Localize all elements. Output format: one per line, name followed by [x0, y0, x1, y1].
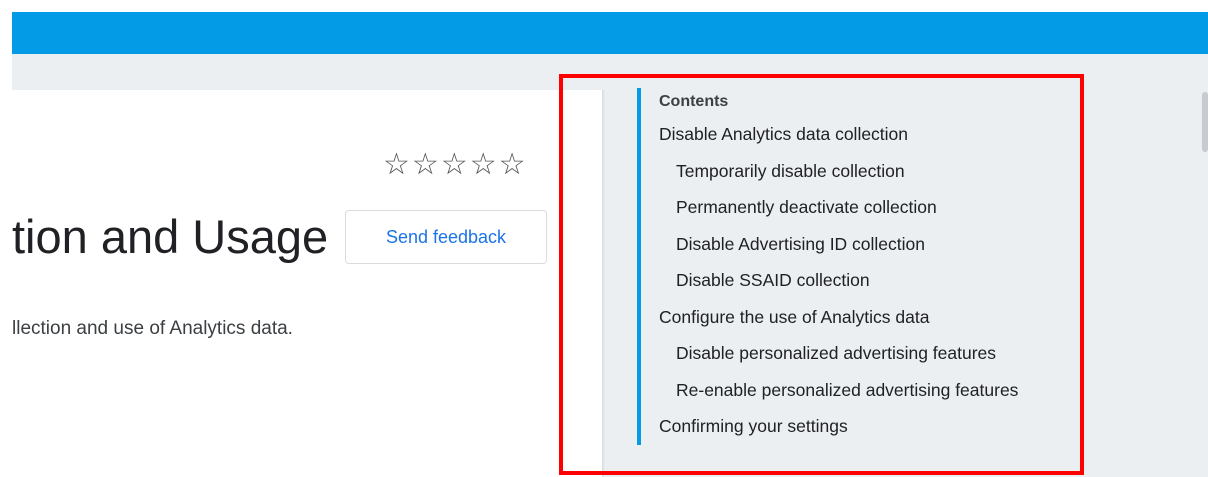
toc-link-permanently-deactivate-collection[interactable]: Permanently deactivate collection [641, 189, 1067, 226]
toc-link-disable-personalized-advertising[interactable]: Disable personalized advertising feature… [641, 335, 1067, 372]
toc-link-disable-ssaid-collection[interactable]: Disable SSAID collection [641, 262, 1067, 299]
toc-link-temporarily-disable-collection[interactable]: Temporarily disable collection [641, 153, 1067, 190]
star-2-icon[interactable]: ☆ [412, 148, 439, 182]
table-of-contents: Contents Disable Analytics data collecti… [637, 88, 1067, 445]
star-4-icon[interactable]: ☆ [470, 148, 497, 182]
scrollbar-thumb[interactable] [1202, 92, 1208, 152]
star-5-icon[interactable]: ☆ [499, 148, 526, 182]
star-1-icon[interactable]: ☆ [383, 148, 410, 182]
toc-link-reenable-personalized-advertising[interactable]: Re-enable personalized advertising featu… [641, 372, 1067, 409]
send-feedback-button[interactable]: Send feedback [345, 210, 547, 264]
toc-link-disable-advertising-id-collection[interactable]: Disable Advertising ID collection [641, 226, 1067, 263]
toc-heading: Contents [659, 93, 729, 110]
toc-link-disable-analytics-data-collection[interactable]: Disable Analytics data collection [641, 116, 1067, 153]
toc-link-confirming-your-settings[interactable]: Confirming your settings [641, 408, 1067, 445]
page-title: tion and Usage [12, 210, 329, 263]
top-app-bar [12, 12, 1208, 54]
toc-link-configure-use-of-analytics-data[interactable]: Configure the use of Analytics data [641, 299, 1067, 336]
star-3-icon[interactable]: ☆ [441, 148, 468, 182]
rating-stars[interactable]: ☆ ☆ ☆ ☆ ☆ [383, 148, 526, 182]
page-description: llection and use of Analytics data. [12, 318, 293, 339]
secondary-nav-bar [12, 54, 1208, 90]
